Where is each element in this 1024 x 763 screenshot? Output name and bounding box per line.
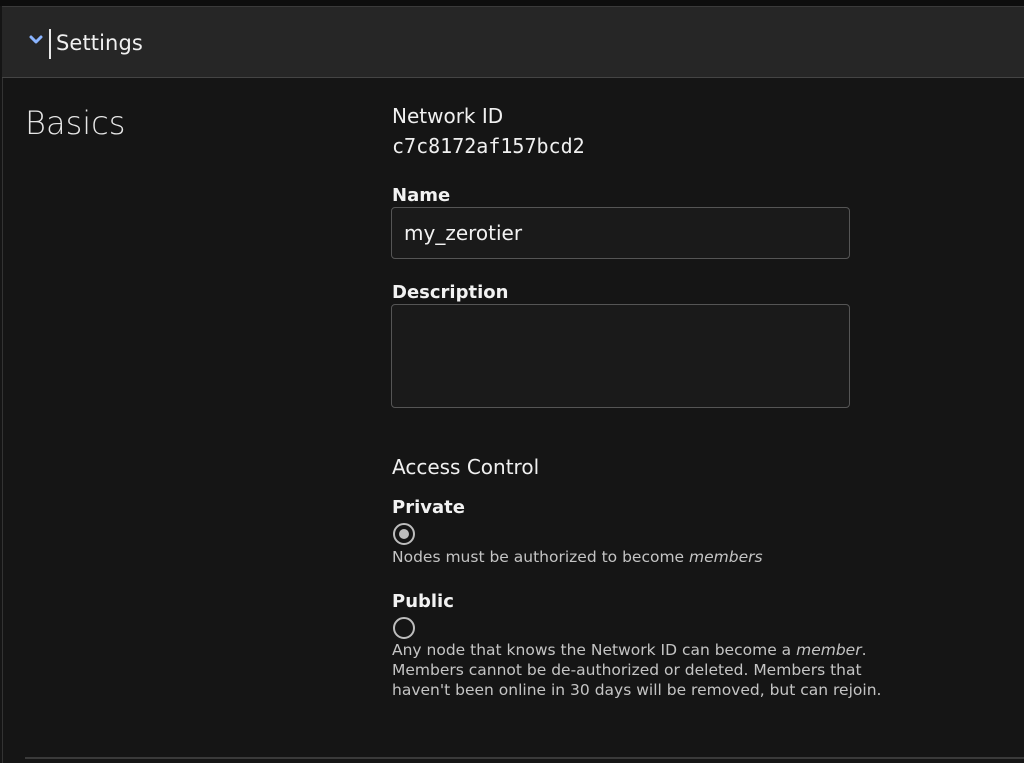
section-bottom-divider — [25, 757, 1024, 759]
name-label: Name — [392, 185, 451, 206]
public-label: Public — [392, 591, 454, 612]
chevron-down-icon[interactable] — [28, 32, 44, 48]
public-help: Any node that knows the Network ID can b… — [392, 640, 912, 700]
network-id-value: c7c8172af157bcd2 — [392, 134, 585, 158]
access-control-title: Access Control — [392, 455, 540, 479]
private-help: Nodes must be authorized to become membe… — [392, 547, 912, 567]
private-radio[interactable] — [393, 523, 415, 545]
header-title: Settings — [56, 31, 143, 55]
public-help-emphasis: member — [796, 641, 862, 659]
private-radio-dot — [399, 529, 409, 539]
description-input[interactable] — [391, 304, 850, 408]
private-label: Private — [392, 497, 465, 518]
private-help-emphasis: members — [689, 548, 763, 566]
settings-header[interactable]: Settings — [2, 6, 1024, 78]
description-label: Description — [392, 282, 509, 303]
public-help-text: Any node that knows the Network ID can b… — [392, 641, 797, 659]
settings-page: Settings Basics Network ID c7c8172af157b… — [0, 0, 1024, 763]
network-id-label: Network ID — [392, 104, 504, 128]
section-title: Basics — [25, 104, 126, 142]
public-radio[interactable] — [393, 617, 415, 639]
left-border — [2, 78, 3, 763]
name-input[interactable] — [391, 207, 850, 259]
private-help-text: Nodes must be authorized to become — [392, 548, 690, 566]
header-divider — [49, 29, 51, 59]
